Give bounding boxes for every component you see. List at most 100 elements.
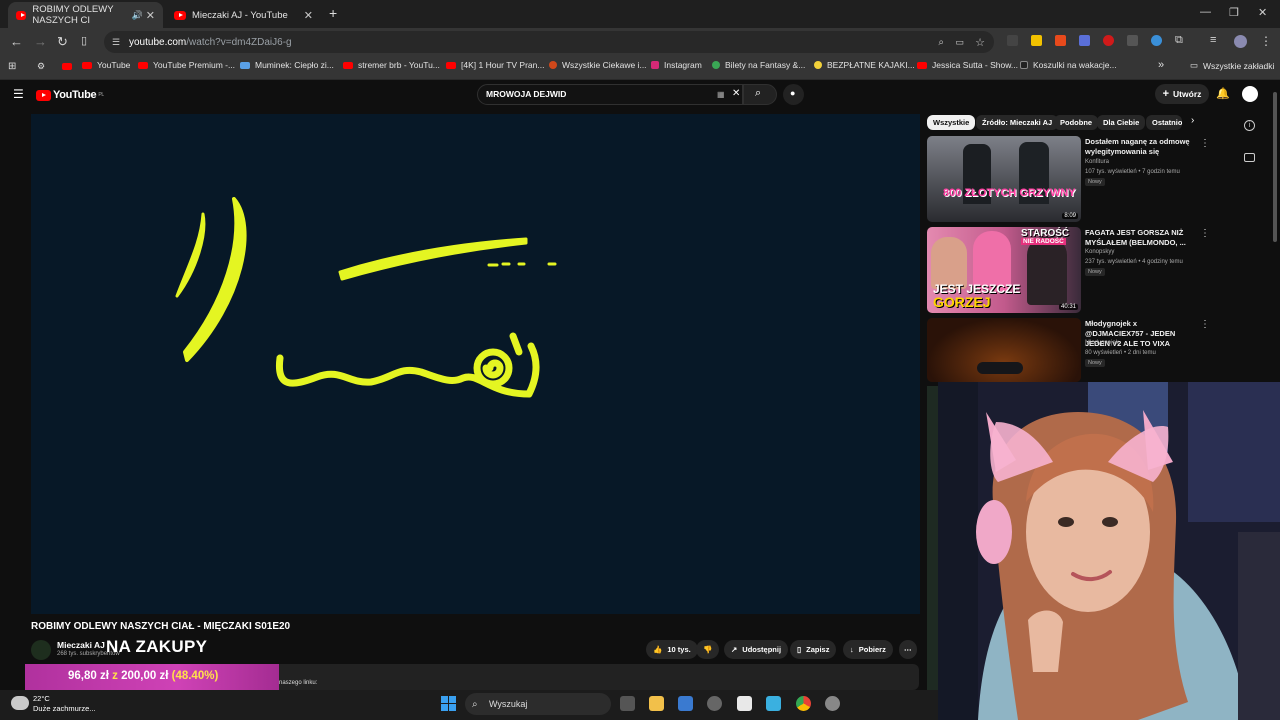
audio-playing-icon[interactable]: 🔊 [132,10,143,21]
more-bookmarks-icon[interactable]: » [1158,59,1164,71]
clear-search-icon[interactable]: ✕ [732,88,740,99]
extension-icon[interactable] [1007,35,1018,46]
search-button[interactable]: ⌕ [743,84,777,105]
address-bar[interactable]: ☰ youtube.com/watch?v=dm4ZDaiJ6-g ⌕ ▭ ☆ [104,31,994,53]
temperature: 22°C [33,694,50,703]
save-button[interactable]: ▯ Zapisz [790,640,837,659]
create-button[interactable]: + Utwórz [1155,84,1209,104]
new-tab-button[interactable]: + [329,5,337,21]
app-icon[interactable] [766,696,781,711]
bookmark-item[interactable]: Koszulki na wakacje... [1020,60,1117,70]
account-avatar[interactable] [1242,86,1258,102]
video-thumbnail[interactable] [927,318,1081,382]
windows-start-icon[interactable] [441,696,456,711]
apps-grid-icon[interactable]: ⊞ [8,61,16,72]
chevron-right-icon[interactable]: › [1191,115,1194,126]
bookmark-item[interactable]: Instagram [651,60,702,70]
bookmark-item[interactable]: YouTube Premium -... [138,60,235,70]
video-title[interactable]: Dostałem naganę za odmowę wylegitymowani… [1085,137,1195,157]
close-tab-icon[interactable]: ✕ [304,9,313,22]
media-control-icon[interactable]: ≡ [1210,34,1216,46]
youtube-bookmark-icon[interactable] [62,63,72,70]
maximize-icon[interactable]: ❐ [1229,6,1239,19]
channel-name[interactable]: Młodygnojek [1085,340,1119,346]
bookmark-star-icon[interactable]: ☆ [975,36,985,49]
back-icon[interactable]: ← [10,34,23,49]
more-actions-button[interactable]: ⋯ [899,640,917,659]
extension-icon[interactable] [1103,35,1114,46]
chrome-icon[interactable] [796,696,811,711]
extension-icon[interactable] [1079,35,1090,46]
extensions-puzzle-icon[interactable]: ⧉ [1175,34,1183,47]
save-icon: ▯ [797,645,802,654]
task-view-icon[interactable] [620,696,635,711]
extension-icon[interactable] [1151,35,1162,46]
thumbnail-edge-strip [927,386,938,690]
browser-tab[interactable]: Mieczaki AJ - YouTube ✕ [166,2,321,28]
filter-chip-recent[interactable]: Ostatnio [1146,115,1182,130]
channel-avatar[interactable] [31,640,51,660]
channel-name[interactable]: Konopskyy [1085,249,1114,255]
dislike-button[interactable]: 👎 [696,640,720,659]
like-button[interactable]: 👍 10 tys. [646,640,698,659]
bookmark-item[interactable]: Muminek: Ciepło zi... [240,60,334,70]
extension-icon[interactable] [1055,35,1066,46]
bookmark-item[interactable]: YouTube [82,60,130,70]
more-options-icon[interactable]: ⋮ [1200,319,1210,330]
filter-chip-source[interactable]: Źródło: Mieczaki AJ [976,115,1059,130]
bookmark-item[interactable]: stremer brb - YouTu... [343,60,440,70]
download-button[interactable]: ↓ Pobierz [843,640,893,659]
minimize-icon[interactable]: — [1200,6,1211,18]
app-icon[interactable] [707,696,722,711]
file-explorer-icon[interactable] [649,696,664,711]
bookmark-item[interactable]: Bilety na Fantasy &... [712,60,805,70]
browser-tab-active[interactable]: ROBIMY ODLEWY NASZYCH CI 🔊 ✕ [8,2,163,28]
chat-icon[interactable] [1244,153,1255,162]
video-duration: 8:09 [1062,213,1078,219]
taskbar-search[interactable]: ⌕ Wyszukaj [465,693,611,715]
scrollbar[interactable] [1273,92,1277,242]
store-icon[interactable] [678,696,693,711]
bookmark-item[interactable]: Wszystkie Ciekawe i... [549,60,647,70]
youtube-logo[interactable]: YouTube PL [36,89,104,101]
site-info-icon[interactable]: ☰ [112,37,120,48]
settings-gear-icon[interactable] [825,696,840,711]
share-button[interactable]: ↗ Udostępnij [724,640,789,659]
video-thumbnail[interactable]: 800 ZŁOTYCH GRZYWNY 8:09 [927,136,1081,222]
all-bookmarks-folder[interactable]: ▭ Wszystkie zakładki [1190,60,1274,71]
reload-icon[interactable]: ↻ [57,34,68,50]
voice-search-button[interactable]: ● [783,84,804,105]
side-panel-icon[interactable]: ▯ [81,34,87,47]
cast-icon[interactable]: ▭ [955,37,964,48]
notepad-icon[interactable] [737,696,752,711]
more-options-icon[interactable]: ⋮ [1200,138,1210,149]
browser-menu-icon[interactable]: ⋮ [1260,34,1272,48]
window-close-icon[interactable]: ✕ [1258,6,1267,19]
bookmark-item[interactable]: BEZPŁATNE KAJAKI... [814,60,915,70]
create-label: Utwórz [1173,89,1202,99]
keyboard-icon[interactable]: ▦ [717,90,725,99]
video-player[interactable] [31,114,920,614]
info-icon[interactable]: i [1244,120,1255,131]
zoom-icon[interactable]: ⌕ [938,37,944,48]
video-title[interactable]: FAGATA JEST GORSZA NIŻ MYŚLAŁEM (BELMOND… [1085,228,1195,248]
bookmark-icon[interactable]: ⚙ [37,61,45,72]
extension-icon[interactable] [1031,35,1042,46]
forward-icon[interactable]: → [34,34,47,49]
weather-widget[interactable]: 22°C Duże zachmurze... [33,694,96,714]
search-input[interactable]: MROWOJA DEJWID [477,84,743,105]
channel-name[interactable]: Konfitura [1085,159,1109,165]
filter-chip-related[interactable]: Podobne [1054,115,1099,130]
hamburger-menu-icon[interactable]: ☰ [13,87,24,101]
close-tab-icon[interactable]: ✕ [146,9,155,22]
extension-icon[interactable] [1127,35,1138,46]
bookmark-item[interactable]: Jessica Sutta - Show... [917,60,1018,70]
bookmark-item[interactable]: [4K] 1 Hour TV Pran... [446,60,544,70]
notifications-bell-icon[interactable]: 🔔 [1216,87,1230,100]
more-options-icon[interactable]: ⋮ [1200,228,1210,239]
filter-chip-for-you[interactable]: Dla Ciebie [1097,115,1146,130]
video-thumbnail[interactable]: STAROŚĆ NIE RADOŚĆ JEST JESZCZE GORZEJ 4… [927,227,1081,313]
filter-chip-all[interactable]: Wszystkie [927,115,976,130]
channel-name[interactable]: Mieczaki AJ [57,640,105,650]
profile-avatar[interactable] [1234,35,1247,48]
